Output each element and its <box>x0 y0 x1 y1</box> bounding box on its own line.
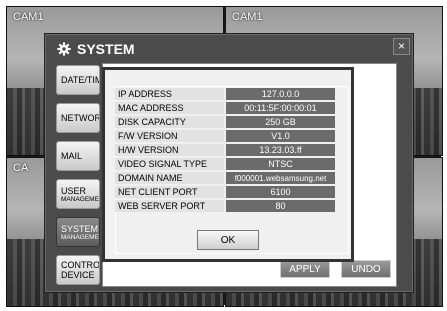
window-title-text: SYSTEM <box>77 41 135 57</box>
table-row: NET CLIENT PORT 6100 <box>115 186 335 198</box>
sidebar-item-label: DATE/TIM <box>61 75 100 85</box>
info-label: MAC ADDRESS <box>115 102 224 114</box>
sidebar-item-system-management[interactable]: SYSTEM MANAGEMEN <box>56 217 100 247</box>
sidebar-item-label: CONTROL <box>61 260 100 270</box>
system-info-table: IP ADDRESS 127.0.0.0 MAC ADDRESS 00:11:5F:… <box>113 86 337 214</box>
info-label: NET CLIENT PORT <box>115 186 224 198</box>
table-row: MAC ADDRESS 00:11:5F:00:00:01 <box>115 102 335 114</box>
info-value: V1.0 <box>226 130 335 142</box>
table-row: WEB SERVER PORT 80 <box>115 200 335 212</box>
camera-label: CAM1 <box>13 11 44 23</box>
sidebar-item-user-management[interactable]: USER MANAGEMEN <box>56 179 100 209</box>
table-row: DOMAIN NAME f000001.websamsung.net <box>115 172 335 184</box>
info-label: DISK CAPACITY <box>115 116 224 128</box>
camera-label: CA <box>13 162 29 174</box>
info-value: 127.0.0.0 <box>226 88 335 100</box>
table-row: F/W VERSION V1.0 <box>115 130 335 142</box>
gear-icon <box>57 42 71 56</box>
info-value: 6100 <box>226 186 335 198</box>
window-title: SYSTEM <box>57 38 135 60</box>
sidebar-item-label: MAIL <box>61 151 83 161</box>
table-row: H/W VERSION 13.23.03.ff <box>115 144 335 156</box>
sidebar-item-label: USER <box>61 185 87 196</box>
sidebar-item-sublabel: DEVICE <box>61 270 95 280</box>
info-label: H/W VERSION <box>115 144 224 156</box>
info-label: DOMAIN NAME <box>115 172 224 184</box>
sidebar-item-sublabel: MANAGEMEN <box>61 195 100 203</box>
info-value: 00:11:5F:00:00:01 <box>226 102 335 114</box>
info-label: VIDEO SIGNAL TYPE <box>115 158 224 170</box>
info-value: 250 GB <box>226 116 335 128</box>
sidebar-item-sublabel: MANAGEMEN <box>61 233 100 241</box>
apply-button[interactable]: APPLY <box>280 260 330 278</box>
sidebar-item-control-device[interactable]: CONTROL DEVICE <box>56 255 100 285</box>
sidebar-item-label: SYSTEM <box>61 223 99 234</box>
ok-button[interactable]: OK <box>197 230 259 250</box>
sidebar-item-label: NETWOR <box>61 113 100 123</box>
table-row: IP ADDRESS 127.0.0.0 <box>115 88 335 100</box>
sidebar-item-date-time[interactable]: DATE/TIM <box>56 65 100 95</box>
sidebar-item-network[interactable]: NETWOR <box>56 103 100 133</box>
info-value: 13.23.03.ff <box>226 144 335 156</box>
info-label: IP ADDRESS <box>115 88 224 100</box>
info-label: F/W VERSION <box>115 130 224 142</box>
camera-label: CAM1 <box>232 11 263 23</box>
table-row: VIDEO SIGNAL TYPE NTSC <box>115 158 335 170</box>
info-value: f000001.websamsung.net <box>226 172 335 184</box>
close-button[interactable]: × <box>393 38 410 55</box>
sidebar-item-mail[interactable]: MAIL <box>56 141 100 171</box>
undo-button[interactable]: UNDO <box>341 260 391 278</box>
table-row: DISK CAPACITY 250 GB <box>115 116 335 128</box>
info-label: WEB SERVER PORT <box>115 200 224 212</box>
info-value: NTSC <box>226 158 335 170</box>
info-value: 80 <box>226 200 335 212</box>
